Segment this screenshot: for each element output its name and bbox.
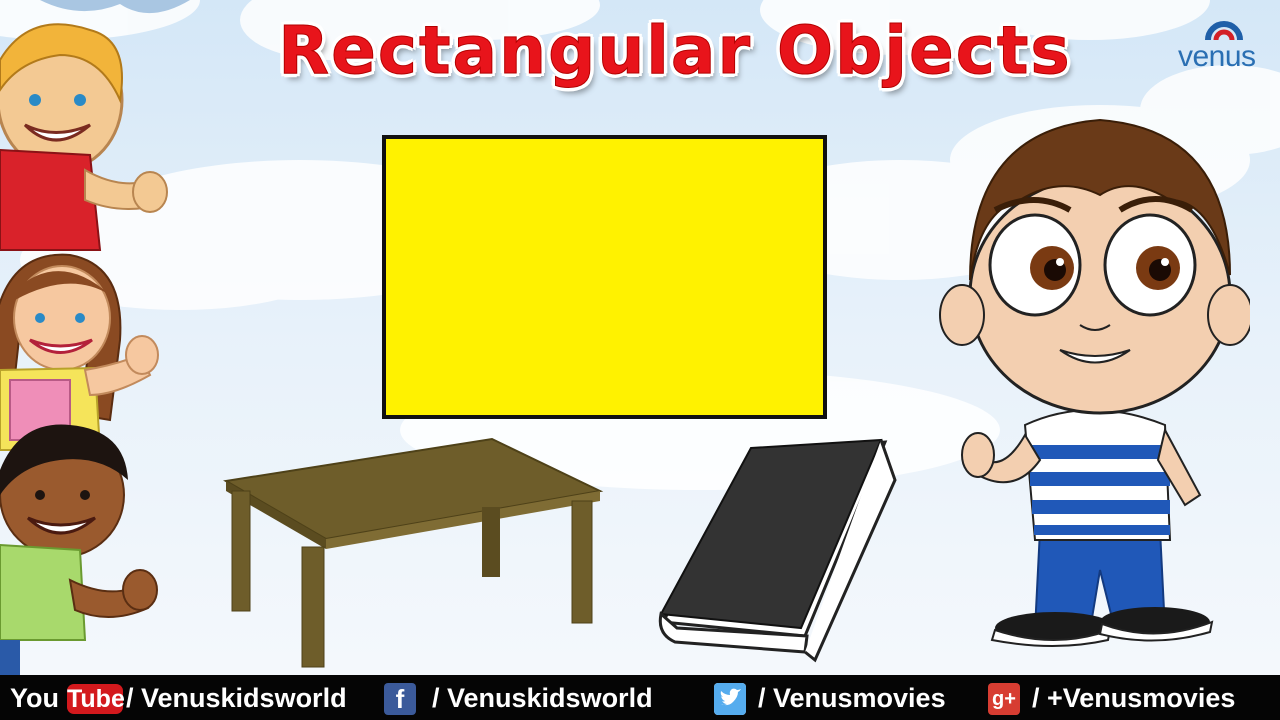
brand-logo: venus [1174, 14, 1274, 74]
twitter-icon[interactable] [714, 683, 746, 715]
google-plus-icon[interactable]: g+ [988, 683, 1020, 715]
kids-illustration [0, 23, 168, 675]
girl [0, 253, 159, 451]
yellow-rectangle [382, 135, 827, 419]
page-title: Rectangular Objects [278, 12, 1072, 90]
book-illustration [658, 438, 897, 663]
youtube-handle[interactable]: / Venuskidsworld [126, 680, 347, 716]
social-footer: You Tube / Venuskidsworld f / Venuskidsw… [0, 675, 1280, 720]
twitter-handle[interactable]: / Venusmovies [758, 680, 946, 716]
facebook-handle[interactable]: / Venuskidsworld [432, 680, 653, 716]
youtube-logo-icon[interactable]: Tube [67, 684, 125, 714]
scene: Rectangular Objects venus [0, 0, 1280, 675]
blond-boy [0, 23, 168, 251]
facebook-icon[interactable]: f [384, 683, 416, 715]
brand-name: venus [1178, 40, 1256, 73]
gplus-handle[interactable]: / +Venusmovies [1032, 680, 1235, 716]
table-illustration [223, 437, 604, 668]
boy-illustration [939, 118, 1250, 647]
youtube-logo-you[interactable]: You [10, 680, 59, 716]
dark-boy [0, 424, 158, 675]
